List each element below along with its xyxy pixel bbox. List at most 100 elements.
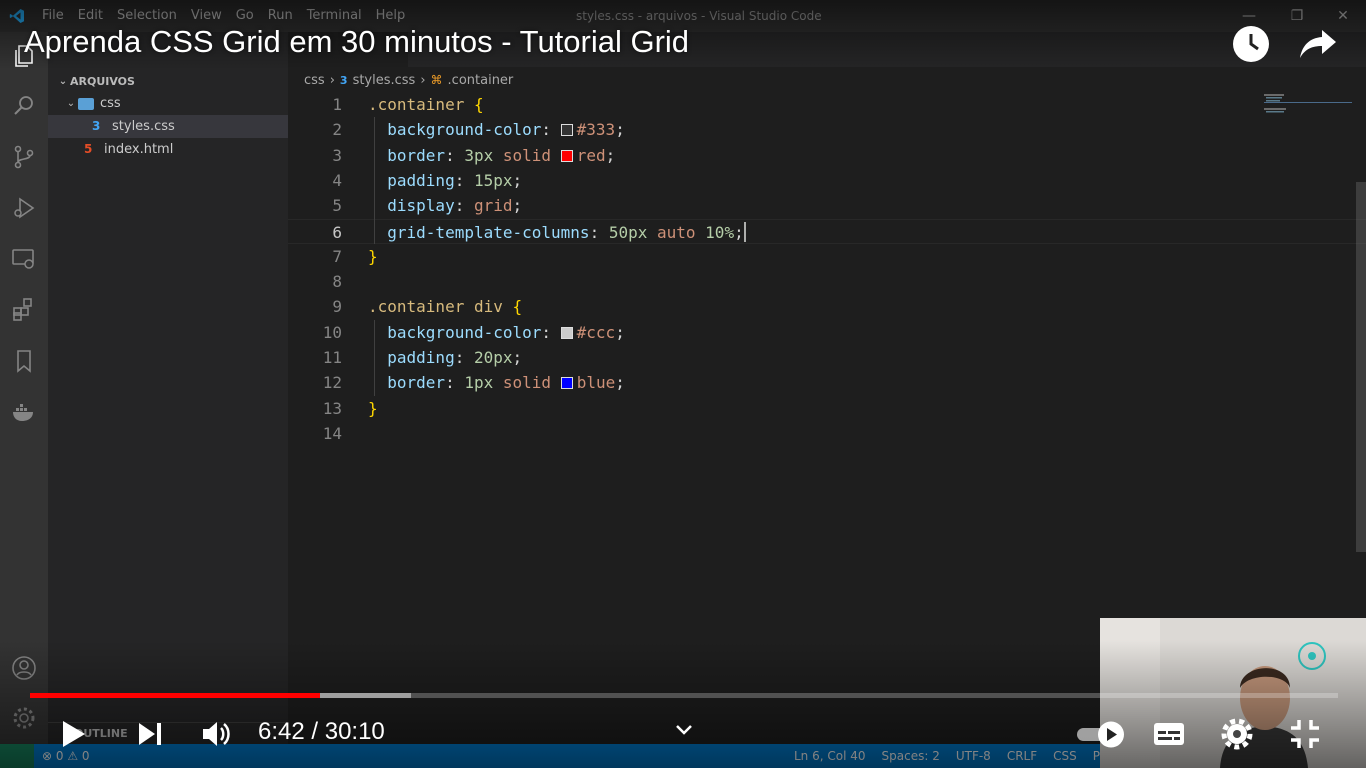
explorer-folder-header[interactable]: ⌄ ARQUIVOS: [48, 70, 288, 92]
line-number: 11: [322, 348, 342, 367]
watch-later-clock-icon[interactable]: [1231, 24, 1271, 64]
play-icon[interactable]: [53, 714, 93, 754]
remote-indicator-icon[interactable]: [0, 744, 34, 768]
cursor-position[interactable]: Ln 6, Col 40: [794, 744, 866, 768]
code-token: ;: [615, 373, 625, 393]
line-number: 9: [332, 297, 342, 317]
line-number: 2: [332, 120, 342, 140]
code-line[interactable]: 8: [288, 269, 1366, 294]
breadcrumb-item[interactable]: .container: [448, 73, 514, 88]
color-swatch[interactable]: [560, 149, 573, 162]
autoplay-toggle[interactable]: [1075, 714, 1131, 754]
code-token: :: [541, 120, 561, 140]
settings-gear-icon[interactable]: [1217, 714, 1257, 754]
code-token: solid: [502, 373, 552, 393]
volume-icon[interactable]: [196, 714, 236, 754]
code-line[interactable]: 12 border: 1px solid blue;: [288, 370, 1366, 395]
indentation[interactable]: Spaces: 2: [882, 744, 940, 768]
account-icon[interactable]: [10, 654, 38, 682]
code-token: :: [541, 322, 561, 342]
css-file-icon: 3: [339, 73, 348, 87]
code-token: grid: [473, 196, 513, 216]
color-swatch[interactable]: [560, 124, 573, 137]
line-text: padding: 15px;: [368, 168, 522, 193]
code-token: 10%: [705, 222, 735, 242]
restore-icon[interactable]: ❐: [1288, 7, 1306, 25]
source-control-icon[interactable]: [10, 143, 38, 171]
status-right-items: Ln 6, Col 40 Spaces: 2 UTF-8 CRLF CSS Po…: [794, 744, 1117, 768]
code-token: solid: [502, 145, 552, 165]
code-line[interactable]: 9 .container div {: [288, 294, 1366, 319]
line-number: 8: [332, 272, 342, 292]
close-icon[interactable]: ✕: [1334, 7, 1352, 25]
search-icon[interactable]: [10, 92, 38, 120]
color-swatch[interactable]: [560, 326, 573, 339]
code-line[interactable]: 7}: [288, 244, 1366, 269]
tree-folder-css[interactable]: ⌄ css: [48, 92, 288, 115]
breadcrumb-item[interactable]: css: [304, 73, 325, 88]
video-title[interactable]: Aprenda CSS Grid em 30 minutos - Tutoria…: [24, 24, 689, 60]
code-token: {: [473, 95, 484, 114]
line-text: }: [368, 244, 378, 269]
next-video-icon[interactable]: [130, 714, 170, 754]
line-text: grid-template-columns: 50px auto 10%;: [368, 220, 746, 245]
run-debug-icon[interactable]: [10, 194, 38, 222]
code-token: {: [512, 297, 523, 317]
tree-file-index-html[interactable]: 5 index.html: [48, 138, 288, 161]
code-token: ;: [615, 322, 625, 342]
code-line[interactable]: 5 display: grid;: [288, 193, 1366, 218]
line-text: border: 3px solid red;: [368, 143, 615, 168]
extensions-icon[interactable]: [10, 296, 38, 324]
code-line[interactable]: 13}: [288, 396, 1366, 421]
color-swatch[interactable]: [560, 377, 573, 390]
code-line[interactable]: 3 border: 3px solid red;: [288, 143, 1366, 168]
tree-file-styles-css[interactable]: 3 styles.css: [48, 115, 288, 138]
chevron-down-icon[interactable]: [664, 710, 704, 750]
code-line[interactable]: 4 padding: 15px;: [288, 168, 1366, 193]
progress-bar[interactable]: [30, 693, 1338, 698]
subtitles-icon[interactable]: [1149, 714, 1189, 754]
line-number: 7: [332, 246, 342, 266]
vertical-scrollbar[interactable]: [1356, 182, 1366, 552]
code-token: 15px: [473, 170, 513, 190]
chevron-right-icon: ›: [420, 72, 426, 88]
share-arrow-icon[interactable]: [1298, 24, 1338, 64]
minimize-icon[interactable]: —: [1240, 7, 1258, 25]
code-line[interactable]: 6 grid-template-columns: 50px auto 10%;: [288, 218, 1366, 245]
encoding[interactable]: UTF-8: [956, 744, 991, 768]
code-line[interactable]: 1 .container {: [288, 92, 1366, 117]
tree-item-label: index.html: [104, 142, 174, 157]
code-token: display: [387, 196, 455, 216]
exit-fullscreen-icon[interactable]: [1285, 714, 1325, 754]
code-line[interactable]: 10 background-color: #ccc;: [288, 320, 1366, 345]
time-display: 6:42 / 30:10: [258, 718, 385, 745]
line-number: 3: [332, 145, 342, 165]
code-line[interactable]: 14: [288, 421, 1366, 446]
language-mode[interactable]: CSS: [1053, 744, 1077, 768]
bookmark-icon[interactable]: [10, 347, 38, 375]
remote-explorer-icon[interactable]: [10, 245, 38, 273]
html-file-icon: 5: [84, 142, 93, 156]
code-line[interactable]: 11 padding: 20px;: [288, 345, 1366, 370]
minimap[interactable]: [1262, 92, 1352, 132]
docker-icon[interactable]: [10, 398, 38, 426]
indent-guide: [374, 117, 375, 244]
code-token: :: [454, 196, 474, 216]
text-cursor: [743, 221, 746, 242]
manage-gear-icon[interactable]: [10, 704, 38, 732]
code-token: 20px: [473, 348, 513, 367]
code-token: red: [576, 145, 606, 165]
code-token: background-color: [387, 120, 542, 140]
breadcrumb-item[interactable]: styles.css: [353, 73, 416, 88]
line-ending[interactable]: CRLF: [1007, 744, 1037, 768]
code-token: ;: [512, 170, 523, 190]
code-line[interactable]: 2 background-color: #333;: [288, 117, 1366, 142]
code-token: grid-template-columns: [387, 222, 590, 242]
line-number: 5: [332, 196, 342, 216]
